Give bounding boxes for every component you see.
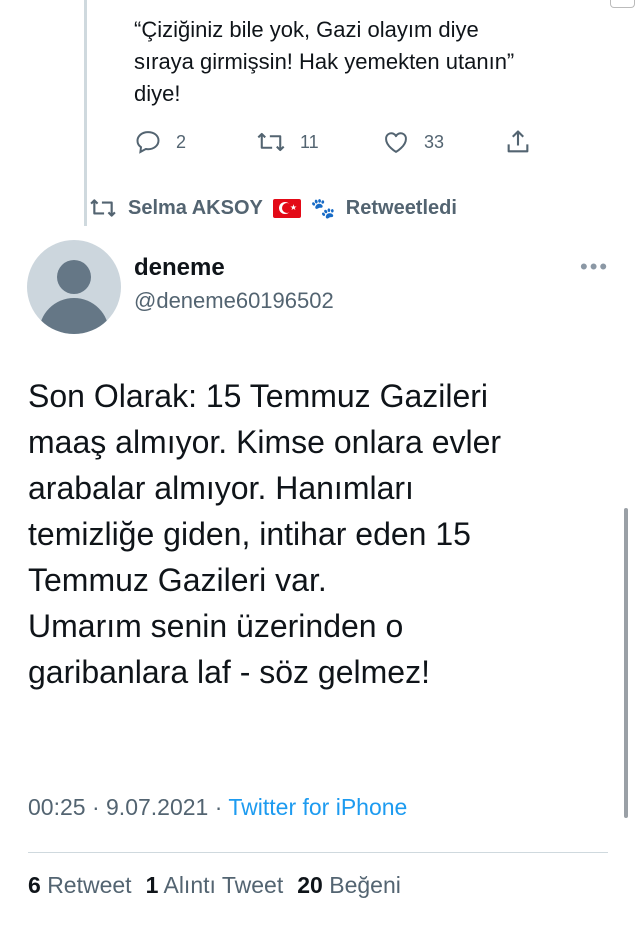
top-edge-control (610, 0, 635, 8)
retweeted-by-row[interactable]: Selma AKSOY ★ 🐾 Retweetledi (88, 192, 457, 224)
retweeter-name[interactable]: Selma AKSOY (128, 197, 263, 220)
tweet-date: 9.07.2021 (106, 794, 209, 820)
like-count: 33 (424, 131, 445, 152)
share-icon (507, 130, 529, 153)
display-name[interactable]: deneme (134, 254, 225, 282)
previous-tweet-actions: 2 11 33 (134, 124, 554, 160)
retweet-icon (257, 132, 285, 152)
tweet-stats: 6 Retweet 1 Alıntı Tweet 20 Beğeni (28, 872, 401, 899)
tweet-detail-page: “Çiziğiniz bile yok, Gazi olayım diye sı… (0, 0, 635, 929)
reply-count: 2 (176, 131, 187, 152)
tweet-metadata: 00:25 · 9.07.2021 · Twitter for iPhone (28, 794, 407, 821)
thread-line (84, 0, 87, 226)
separator-dot: · (208, 794, 229, 820)
likes-stat[interactable]: 20 Beğeni (297, 872, 401, 899)
paw-prints-icon: 🐾 (310, 197, 336, 220)
retweeted-label: Retweetledi (345, 196, 457, 219)
tweet-source-link[interactable]: Twitter for iPhone (228, 794, 407, 820)
retweet-count: 11 (300, 131, 319, 152)
like-button[interactable]: 33 (382, 124, 444, 160)
quote-tweets-stat[interactable]: 1 Alıntı Tweet (146, 872, 284, 899)
more-options-icon[interactable]: ••• (580, 254, 609, 280)
turkish-flag-icon: ★ (272, 198, 301, 218)
user-handle[interactable]: @deneme60196502 (134, 288, 334, 314)
reply-button[interactable]: 2 (134, 124, 186, 160)
retweet-button[interactable]: 11 (256, 124, 319, 160)
previous-tweet-text: “Çiziğiniz bile yok, Gazi olayım diye sı… (134, 17, 515, 106)
retweet-icon (90, 199, 116, 217)
separator-dot: · (85, 794, 107, 820)
reply-icon (136, 131, 160, 154)
tweet-text: Son Olarak: 15 Temmuz Gazileri maaş almı… (28, 378, 502, 690)
divider (28, 852, 608, 853)
heart-icon (385, 132, 407, 153)
avatar[interactable] (27, 240, 121, 334)
retweets-stat[interactable]: 6 Retweet (28, 872, 132, 899)
tweet-time: 00:25 (28, 794, 86, 820)
scrollbar[interactable] (624, 508, 628, 818)
share-button[interactable] (504, 124, 532, 160)
